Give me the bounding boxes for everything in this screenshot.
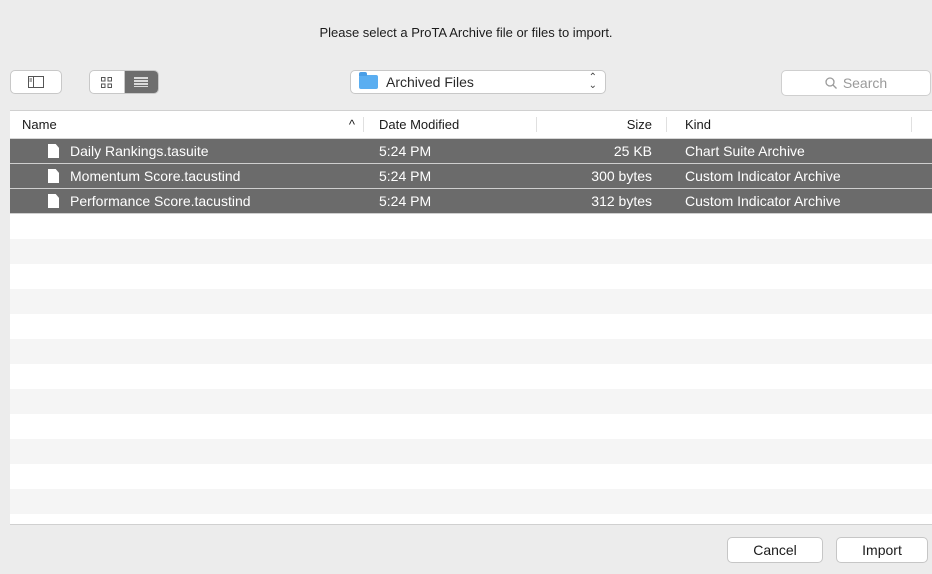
location-popup[interactable]: Archived Files ⌃ ⌄: [350, 70, 606, 94]
file-name: Momentum Score.tacustind: [70, 168, 241, 184]
column-header-date[interactable]: Date Modified: [363, 117, 536, 132]
table-row[interactable]: Performance Score.tacustind 5:24 PM 312 …: [10, 189, 932, 214]
empty-row: [10, 414, 932, 439]
empty-row: [10, 464, 932, 489]
file-list: Name ^ Date Modified Size Kind Daily Ran…: [10, 110, 932, 525]
empty-row: [10, 439, 932, 464]
folder-icon: [359, 72, 378, 89]
icon-view-button[interactable]: [90, 71, 124, 93]
location-label: Archived Files: [386, 74, 474, 90]
list-view-button[interactable]: [124, 71, 158, 93]
column-header-kind[interactable]: Kind: [666, 117, 912, 132]
table-row[interactable]: Daily Rankings.tasuite 5:24 PM 25 KB Cha…: [10, 139, 932, 164]
list-view-icon: [134, 77, 149, 87]
document-icon: [48, 144, 59, 158]
dialog-footer: Cancel Import: [10, 524, 932, 574]
empty-row: [10, 389, 932, 414]
file-kind: Custom Indicator Archive: [685, 193, 841, 209]
file-size: 300 bytes: [591, 168, 652, 184]
search-placeholder: Search: [842, 75, 888, 91]
sidebar-toggle-button[interactable]: [10, 70, 62, 94]
column-header-size[interactable]: Size: [536, 117, 666, 132]
file-name: Daily Rankings.tasuite: [70, 143, 209, 159]
file-size: 312 bytes: [591, 193, 652, 209]
file-name: Performance Score.tacustind: [70, 193, 251, 209]
table-row[interactable]: Momentum Score.tacustind 5:24 PM 300 byt…: [10, 164, 932, 189]
import-button[interactable]: Import: [836, 537, 928, 563]
empty-row: [10, 339, 932, 364]
dialog-message: Please select a ProTA Archive file or fi…: [319, 24, 613, 40]
document-icon: [48, 194, 59, 208]
file-kind: Custom Indicator Archive: [685, 168, 841, 184]
column-header-name[interactable]: Name ^: [10, 117, 363, 132]
document-icon: [48, 169, 59, 183]
sidebar-icon: [11, 71, 61, 93]
sort-ascending-icon: ^: [348, 117, 355, 132]
import-dialog: Please select a ProTA Archive file or fi…: [0, 0, 932, 574]
empty-row: [10, 264, 932, 289]
empty-row: [10, 239, 932, 264]
file-date: 5:24 PM: [379, 168, 432, 184]
icon-view-icon: [101, 76, 113, 88]
cancel-button[interactable]: Cancel: [727, 537, 823, 563]
file-size: 25 KB: [613, 143, 652, 159]
toolbar: Archived Files ⌃ ⌄ Search: [10, 66, 932, 106]
chevron-updown-icon: ⌃ ⌄: [588, 72, 597, 91]
empty-row: [10, 489, 932, 514]
empty-row: [10, 289, 932, 314]
file-date: 5:24 PM: [379, 193, 432, 209]
file-date: 5:24 PM: [379, 143, 432, 159]
empty-row: [10, 314, 932, 339]
search-field[interactable]: Search: [781, 70, 931, 96]
view-mode-control: [89, 70, 159, 94]
empty-row: [10, 364, 932, 389]
table-header: Name ^ Date Modified Size Kind: [10, 111, 932, 139]
search-icon: [825, 77, 837, 89]
file-kind: Chart Suite Archive: [685, 143, 805, 159]
empty-row: [10, 214, 932, 239]
